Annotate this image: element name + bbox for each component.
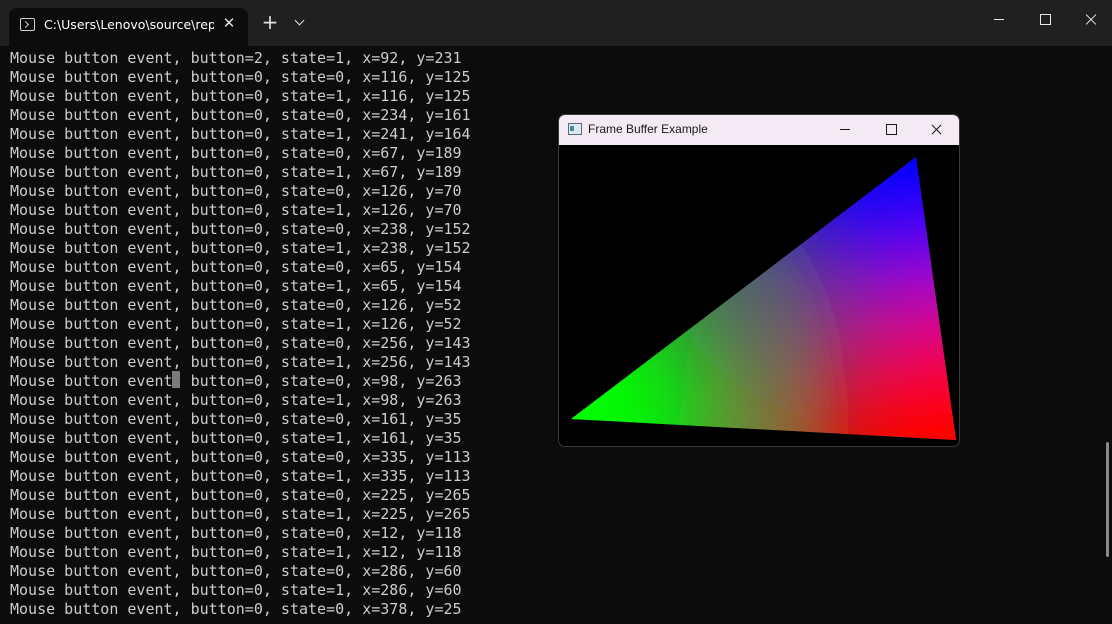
terminal-tab[interactable]: C:\Users\Lenovo\source\repo ✕ — [9, 8, 248, 46]
terminal-line: Mouse button event, button=0, state=0, x… — [10, 68, 471, 86]
frame-buffer-title-bar[interactable]: Frame Buffer Example — [559, 115, 959, 145]
app-window-icon — [568, 123, 582, 135]
rgb-triangle-render — [571, 157, 956, 440]
fb-maximize-button[interactable] — [868, 115, 914, 145]
terminal-title-bar: C:\Users\Lenovo\source\repo ✕ + — [0, 0, 1112, 46]
close-tab-icon[interactable]: ✕ — [218, 12, 240, 34]
close-window-button[interactable] — [1068, 0, 1112, 40]
minimize-button[interactable] — [976, 0, 1022, 40]
frame-buffer-window[interactable]: Frame Buffer Example — [558, 114, 960, 447]
terminal-line: Mouse button event, button=2, state=1, x… — [10, 49, 462, 67]
terminal-line: Mouse button event, button=0, state=1, x… — [10, 505, 471, 523]
fb-minimize-button[interactable] — [822, 115, 868, 145]
terminal-line: Mouse button event, button=0, state=1, x… — [10, 581, 462, 599]
terminal-line: Mouse button event, button=0, state=0, x… — [10, 600, 462, 618]
triangle — [571, 157, 956, 440]
chevron-down-icon[interactable] — [289, 12, 311, 34]
frame-buffer-title: Frame Buffer Example — [588, 122, 708, 136]
tab-title: C:\Users\Lenovo\source\repo — [44, 17, 214, 32]
terminal-line: Mouse button event, button=0, state=0, x… — [10, 486, 471, 504]
text-cursor — [172, 371, 180, 388]
terminal-line: Mouse button event, button=0, state=1, x… — [10, 87, 471, 105]
terminal-icon — [20, 18, 35, 31]
terminal-line: Mouse button event, button=0, state=0, x… — [10, 448, 471, 466]
terminal-line: Mouse button event, button=0, state=1, x… — [10, 543, 462, 561]
terminal-line: Mouse button event, button=0, state=0, x… — [10, 524, 462, 542]
new-tab-button[interactable]: + — [258, 10, 282, 34]
terminal-line: Mouse button event, button=0, state=0, x… — [10, 562, 462, 580]
terminal-line: Mouse button event, button=0, state=1, x… — [10, 467, 471, 485]
maximize-button[interactable] — [1022, 0, 1068, 40]
fb-close-button[interactable] — [913, 115, 959, 145]
terminal-scrollbar[interactable] — [1106, 442, 1109, 557]
frame-buffer-canvas[interactable] — [559, 145, 959, 446]
